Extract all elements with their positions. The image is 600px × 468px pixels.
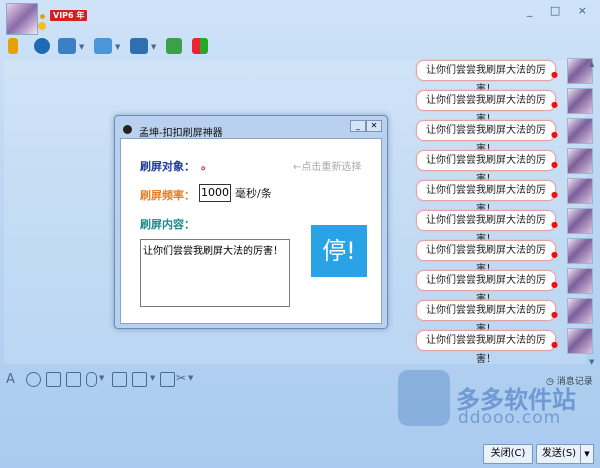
chevron-down-icon[interactable]: ▼ xyxy=(99,374,104,382)
list-item: 让你们尝尝我刷屏大法的厉害！● xyxy=(416,120,558,155)
scissors-icon[interactable]: ✂ xyxy=(176,371,186,385)
chevron-down-icon[interactable]: ▼ xyxy=(150,374,155,382)
list-item: 让你们尝尝我刷屏大法的厉害！● xyxy=(416,330,558,365)
window-controls[interactable]: _ □ × xyxy=(527,4,594,17)
dialog-title: 孟坤-扣扣刷屏神器 xyxy=(139,128,223,139)
list-item: 让你们尝尝我刷屏大法的厉害！● xyxy=(416,300,558,335)
list-item: 让你们尝尝我刷屏大法的厉害！● xyxy=(416,150,558,185)
avatar[interactable] xyxy=(6,3,38,35)
watermark-url: ddooo.com xyxy=(458,408,562,428)
stop-button[interactable]: 停! xyxy=(311,225,367,277)
content-textarea[interactable]: 让你们尝尝我刷屏大法的厉害！ xyxy=(140,239,290,307)
frequency-label: 刷屏频率： xyxy=(140,189,195,202)
chevron-down-icon[interactable]: ▼ xyxy=(79,43,84,51)
bomb-icon xyxy=(123,125,132,134)
flood-tool-dialog: 孟坤-扣扣刷屏神器 _ ✕ 刷屏对象： 。 ←点击重新选择 刷屏频率： 1000… xyxy=(114,115,388,329)
list-item: 让你们尝尝我刷屏大法的厉害！● xyxy=(416,240,558,275)
star-icon xyxy=(38,22,46,30)
chevron-down-icon[interactable]: ▼ xyxy=(188,374,193,382)
video-icon[interactable] xyxy=(66,372,81,387)
status-dot-icon xyxy=(40,14,45,19)
emoji-icon[interactable] xyxy=(26,372,41,387)
send-button[interactable]: 发送(S) xyxy=(536,444,582,464)
scrollbar[interactable]: ▲ ▼ xyxy=(588,60,598,370)
target-field[interactable] xyxy=(211,155,247,171)
camera-icon[interactable] xyxy=(34,38,50,54)
dialog-body: 刷屏对象： 。 ←点击重新选择 刷屏频率： 1000 毫秒/条 刷屏内容： 让你… xyxy=(120,138,382,324)
list-item: 让你们尝尝我刷屏大法的厉害！● xyxy=(416,90,558,125)
target-label: 刷屏对象： xyxy=(140,160,195,173)
app-icon[interactable] xyxy=(166,38,182,54)
remote-desktop-icon[interactable] xyxy=(130,38,148,54)
close-button[interactable]: ✕ xyxy=(366,120,382,132)
list-item: 让你们尝尝我刷屏大法的厉害！● xyxy=(416,60,558,95)
screen-share-icon[interactable] xyxy=(58,38,76,54)
frequency-input[interactable]: 1000 xyxy=(199,184,231,202)
content-label: 刷屏内容： xyxy=(140,218,195,231)
watermark-logo xyxy=(398,370,450,426)
list-item: 让你们尝尝我刷屏大法的厉害！● xyxy=(416,180,558,215)
send-options-button[interactable]: ▼ xyxy=(580,444,594,464)
reselect-link[interactable]: ←点击重新选择 xyxy=(293,158,361,173)
list-item: 让你们尝尝我刷屏大法的厉害！● xyxy=(416,210,558,245)
music-icon[interactable] xyxy=(160,372,175,387)
font-icon[interactable]: A xyxy=(6,372,15,387)
image-icon[interactable] xyxy=(132,372,147,387)
minimize-button[interactable]: _ xyxy=(350,120,366,132)
chevron-down-icon[interactable]: ▼ xyxy=(115,43,120,51)
edit-icon[interactable] xyxy=(112,372,127,387)
chevron-down-icon[interactable]: ▼ xyxy=(151,43,156,51)
grid-icon[interactable] xyxy=(192,38,208,54)
vip-badge: VIP6 年 xyxy=(50,10,88,21)
microphone-icon[interactable] xyxy=(8,38,18,54)
close-chat-button[interactable]: 关闭(C) xyxy=(483,444,533,464)
folder-icon[interactable] xyxy=(94,38,112,54)
voice-icon[interactable] xyxy=(86,372,97,387)
frequency-unit: 毫秒/条 xyxy=(235,187,272,200)
magic-icon[interactable] xyxy=(46,372,61,387)
list-item: 让你们尝尝我刷屏大法的厉害！● xyxy=(416,270,558,305)
